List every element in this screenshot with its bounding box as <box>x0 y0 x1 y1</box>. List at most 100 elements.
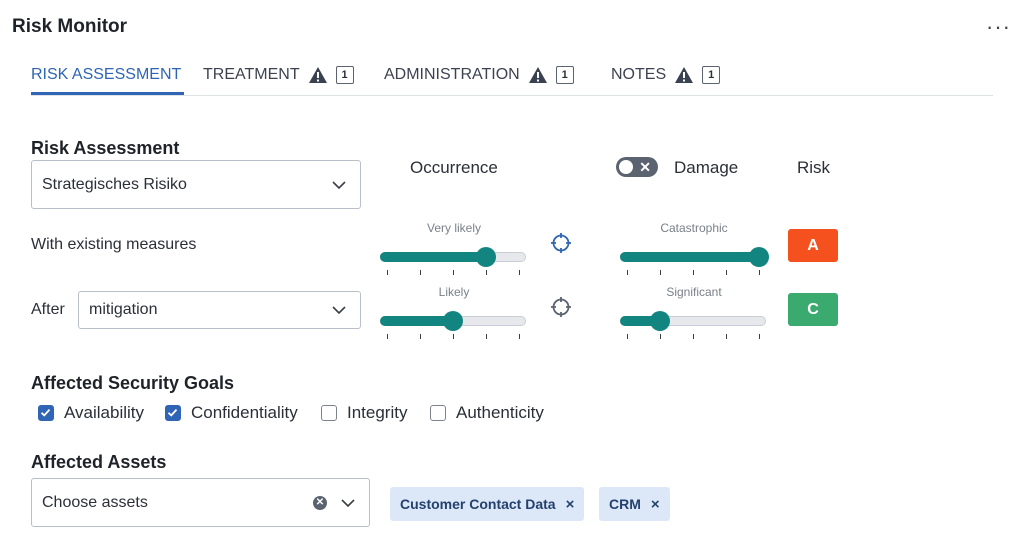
slider-tick <box>387 270 388 275</box>
slider-ticks <box>627 270 760 275</box>
risk-assessment-title: Risk Assessment <box>31 138 180 158</box>
slider-tick <box>726 270 727 275</box>
assets-select[interactable]: Choose assets ✕ <box>31 478 370 527</box>
checkbox-label: Integrity <box>347 403 408 422</box>
chevron-down-icon <box>332 301 346 319</box>
slider-ticks <box>387 270 520 275</box>
warning-icon <box>674 66 694 84</box>
occurrence-column-header: Occurrence <box>410 158 498 177</box>
checkbox-box[interactable] <box>38 405 54 421</box>
slider-ticks <box>387 334 520 339</box>
warning-count-badge: 1 <box>702 66 721 84</box>
tab-bar: RISK ASSESSMENT TREATMENT 1 ADMINISTRATI… <box>31 58 993 96</box>
slider-handle[interactable] <box>749 247 769 267</box>
slider-handle[interactable] <box>476 247 496 267</box>
tab-risk-assessment[interactable]: RISK ASSESSMENT <box>31 62 181 88</box>
slider-tick <box>486 334 487 339</box>
slider-tick <box>726 334 727 339</box>
target-icon[interactable] <box>551 233 571 258</box>
damage-toggle[interactable]: ✕ <box>616 157 658 177</box>
affected-assets-title: Affected Assets <box>31 452 167 472</box>
slider-tick <box>420 270 421 275</box>
check-icon <box>167 408 178 417</box>
risk-type-select[interactable]: Strategisches Risiko <box>31 160 361 209</box>
damage-slider-existing[interactable]: Catastrophic <box>620 221 769 277</box>
slider-tick <box>387 334 388 339</box>
slider-handle[interactable] <box>443 311 463 331</box>
remove-tag-icon[interactable]: × <box>566 496 575 513</box>
slider-tick <box>519 270 520 275</box>
asset-tag: Customer Contact Data × <box>390 487 585 521</box>
damage-slider-after[interactable]: Significant <box>620 285 768 341</box>
slider-tick <box>453 334 454 339</box>
risk-badge-existing: A <box>788 229 838 262</box>
chevron-down-icon <box>332 176 346 194</box>
slider-tick <box>453 270 454 275</box>
existing-measures-label: With existing measures <box>31 236 197 253</box>
checkbox-availability[interactable]: Availability <box>38 403 144 423</box>
slider-tick <box>660 270 661 275</box>
asset-tag: CRM × <box>599 487 670 521</box>
slider-tick <box>759 334 760 339</box>
clear-icon[interactable]: ✕ <box>313 496 327 510</box>
checkbox-box[interactable] <box>321 405 337 421</box>
warning-count-badge: 1 <box>335 66 354 84</box>
more-options-icon[interactable]: ··· <box>986 14 1011 40</box>
checkbox-authenticity[interactable]: Authenticity <box>430 403 544 423</box>
warning-icon <box>308 66 328 84</box>
checkbox-label: Availability <box>64 403 145 422</box>
slider-handle[interactable] <box>650 311 670 331</box>
tab-treatment[interactable]: TREATMENT 1 <box>203 62 354 88</box>
toggle-knob <box>619 160 633 174</box>
security-goals-title: Affected Security Goals <box>31 373 235 393</box>
damage-column-header: Damage <box>674 158 739 177</box>
slider-tick <box>519 334 520 339</box>
check-icon <box>40 408 51 417</box>
risk-column-header: Risk <box>797 158 831 177</box>
slider-caption: Very likely <box>426 221 482 235</box>
after-label: After <box>31 301 65 318</box>
slider-tick <box>693 334 694 339</box>
slider-tick <box>660 334 661 339</box>
tab-label: TREATMENT <box>203 66 300 83</box>
slider-caption: Likely <box>438 285 470 299</box>
warning-count-badge: 1 <box>555 66 574 84</box>
chevron-down-icon <box>341 494 355 512</box>
checkbox-label: Authenticity <box>456 403 544 422</box>
slider-caption: Significant <box>666 285 722 299</box>
slider-tick <box>420 334 421 339</box>
slider-fill <box>380 252 489 262</box>
tab-label: ADMINISTRATION <box>384 66 520 83</box>
close-icon: ✕ <box>639 159 651 175</box>
checkbox-box[interactable] <box>430 405 446 421</box>
slider-ticks <box>627 334 760 339</box>
after-select-value: mitigation <box>89 301 158 318</box>
checkbox-box[interactable] <box>165 405 181 421</box>
risk-type-value: Strategisches Risiko <box>42 175 187 193</box>
slider-tick <box>486 270 487 275</box>
occurrence-slider-existing[interactable]: Very likely <box>380 221 528 277</box>
checkbox-confidentiality[interactable]: Confidentiality <box>165 403 298 423</box>
asset-tag-label: Customer Contact Data <box>400 496 556 512</box>
slider-tick <box>627 334 628 339</box>
asset-tag-label: CRM <box>609 496 641 512</box>
slider-fill <box>620 252 762 262</box>
after-select[interactable]: mitigation <box>78 291 361 329</box>
tab-administration[interactable]: ADMINISTRATION 1 <box>384 62 574 88</box>
app-title: Risk Monitor <box>12 16 128 37</box>
slider-tick <box>627 270 628 275</box>
tab-label: RISK ASSESSMENT <box>31 66 182 83</box>
tab-label: NOTES <box>611 66 667 83</box>
target-icon[interactable] <box>551 297 571 322</box>
slider-caption: Catastrophic <box>660 221 728 235</box>
risk-badge-after: C <box>788 293 838 326</box>
slider-tick <box>759 270 760 275</box>
warning-icon <box>528 66 548 84</box>
checkbox-integrity[interactable]: Integrity <box>321 403 407 423</box>
checkbox-label: Confidentiality <box>191 403 298 422</box>
slider-tick <box>693 270 694 275</box>
tab-notes[interactable]: NOTES 1 <box>611 62 721 88</box>
occurrence-slider-after[interactable]: Likely <box>380 285 528 341</box>
remove-tag-icon[interactable]: × <box>651 496 660 513</box>
assets-placeholder: Choose assets <box>42 493 148 511</box>
